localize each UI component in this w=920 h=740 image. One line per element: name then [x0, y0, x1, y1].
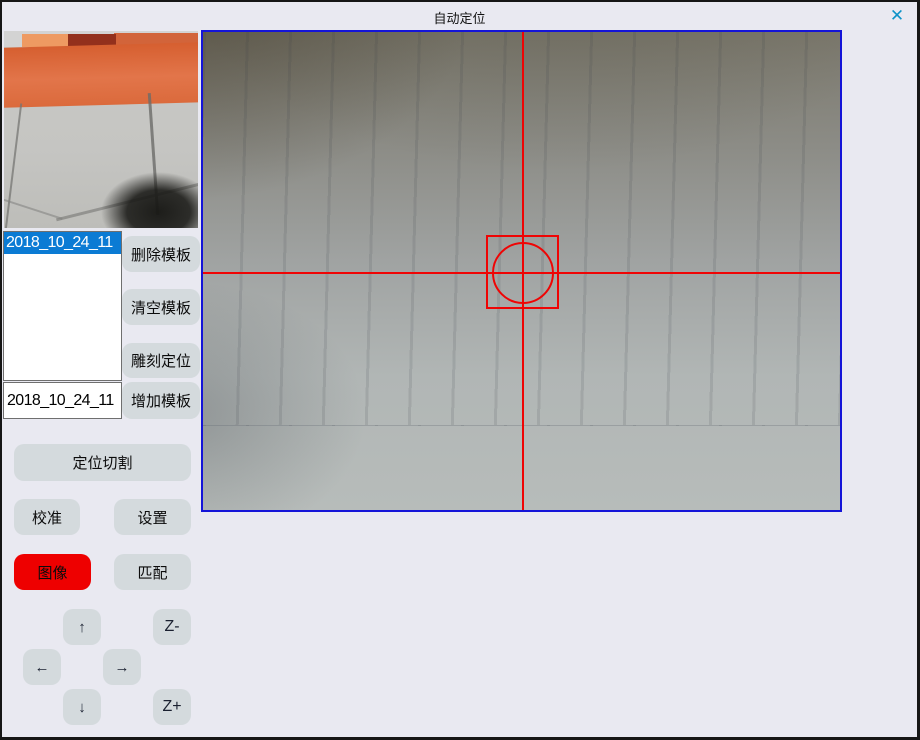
- close-icon[interactable]: ✕: [887, 6, 907, 26]
- match-button[interactable]: 匹配: [114, 554, 191, 590]
- image-button[interactable]: 图像: [14, 554, 91, 590]
- locate-cut-button[interactable]: 定位切割: [14, 444, 191, 481]
- settings-button[interactable]: 设置: [114, 499, 191, 535]
- auto-locate-window: 自动定位 ✕ 2018_10_24_11 删除模板 清空模板 雕刻定位 增加模板…: [0, 0, 920, 740]
- engrave-locate-button[interactable]: 雕刻定位: [122, 343, 200, 378]
- jog-left-button[interactable]: ←: [23, 649, 61, 685]
- jog-z-plus-button[interactable]: Z+: [153, 689, 191, 725]
- template-list-item[interactable]: 2018_10_24_11: [4, 232, 121, 254]
- window-title: 自动定位: [2, 8, 917, 27]
- template-preview-image: [4, 31, 198, 228]
- template-name-input[interactable]: [3, 382, 122, 419]
- clear-templates-button[interactable]: 清空模板: [122, 289, 200, 325]
- titlebar: 自动定位 ✕: [2, 2, 917, 29]
- preview-tile-line: [4, 196, 63, 220]
- jog-down-button[interactable]: ↓: [63, 689, 101, 725]
- camera-view[interactable]: [201, 30, 842, 512]
- calibrate-button[interactable]: 校准: [14, 499, 80, 535]
- jog-up-button[interactable]: ↑: [63, 609, 101, 645]
- jog-z-minus-button[interactable]: Z-: [153, 609, 191, 645]
- preview-light-orange-block: [22, 34, 68, 47]
- jog-right-button[interactable]: →: [103, 649, 141, 685]
- add-template-button[interactable]: 增加模板: [122, 382, 200, 419]
- preview-tile-line: [4, 103, 22, 228]
- delete-template-button[interactable]: 删除模板: [122, 236, 200, 272]
- preview-dark-object: [101, 172, 198, 228]
- preview-orange-beam: [4, 42, 198, 108]
- template-list[interactable]: 2018_10_24_11: [3, 231, 122, 381]
- roi-circle-overlay: [492, 242, 554, 304]
